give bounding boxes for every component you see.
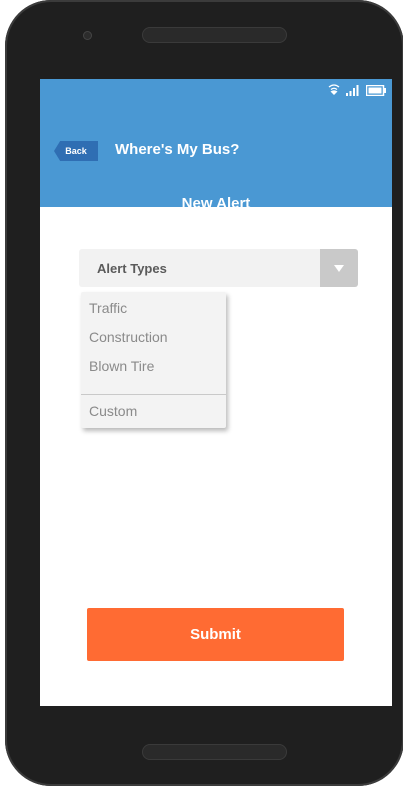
alert-types-label: Alert Types xyxy=(97,261,167,276)
dropdown-item-blown-tire[interactable]: Blown Tire xyxy=(89,358,154,374)
submit-button[interactable]: Submit xyxy=(87,608,344,661)
app-title: Where's My Bus? xyxy=(115,141,240,158)
app-header: Back Where's My Bus? New Alert xyxy=(40,101,392,212)
wifi-icon xyxy=(328,83,340,101)
earpiece-speaker xyxy=(142,27,287,43)
triangle-down-icon[interactable] xyxy=(320,249,358,287)
app-screen: Back Where's My Bus? New Alert Alert Typ… xyxy=(40,79,392,706)
dropdown-item-traffic[interactable]: Traffic xyxy=(89,300,127,316)
bottom-speaker xyxy=(142,744,287,760)
battery-icon xyxy=(365,83,386,101)
alert-types-dropdown: Traffic Construction Blown Tire Custom xyxy=(81,292,226,428)
phone-frame: Back Where's My Bus? New Alert Alert Typ… xyxy=(5,0,403,786)
alert-types-select[interactable]: Alert Types xyxy=(79,249,358,287)
dropdown-item-construction[interactable]: Construction xyxy=(89,329,168,345)
back-button[interactable]: Back xyxy=(54,141,98,161)
signal-icon xyxy=(346,83,360,101)
page-title: New Alert xyxy=(181,195,251,212)
status-bar xyxy=(40,79,392,101)
front-camera xyxy=(83,31,92,40)
dropdown-item-custom[interactable]: Custom xyxy=(89,403,137,419)
dropdown-divider xyxy=(81,394,226,395)
